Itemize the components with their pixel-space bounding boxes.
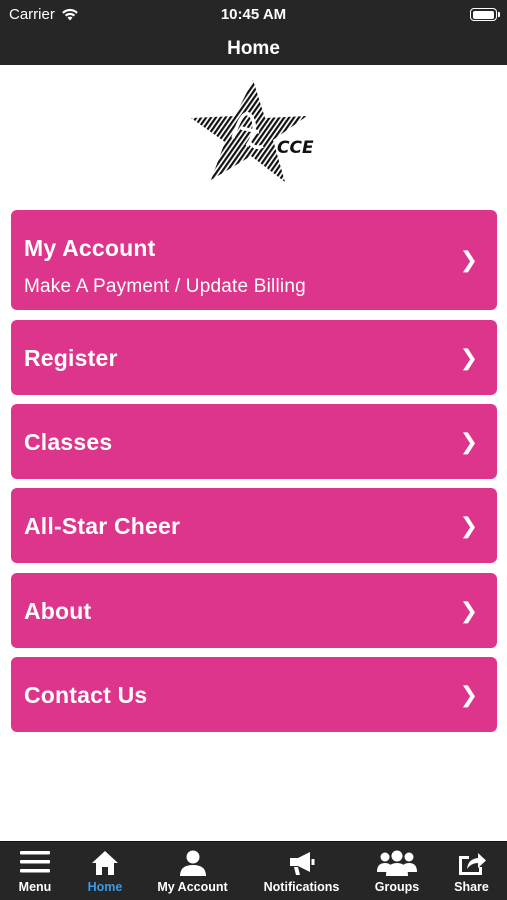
megaphone-icon	[289, 852, 314, 875]
contact-us-menu-item[interactable]: Contact Us ❯	[11, 657, 497, 732]
group-icon	[377, 850, 417, 876]
classes-menu-item[interactable]: Classes ❯	[11, 404, 497, 479]
menu-item-title: About	[24, 598, 92, 624]
tab-label: Home	[87, 880, 123, 894]
chevron-right-icon: ❯	[459, 247, 478, 272]
my-account-menu-item[interactable]: My Account Make A Payment / Update Billi…	[11, 210, 497, 310]
all-star-cheer-menu-item[interactable]: All-Star Cheer ❯	[11, 488, 497, 563]
battery-fill	[472, 10, 494, 19]
battery-icon	[470, 8, 500, 21]
person-icon	[179, 850, 206, 876]
tab-menu[interactable]: Menu	[0, 842, 70, 900]
about-menu-item[interactable]: About ❯	[11, 573, 497, 648]
tab-label: Share	[454, 880, 489, 894]
tab-bar: Menu Home My Account Notifications Group…	[0, 841, 507, 900]
chevron-right-icon: ❯	[459, 429, 478, 454]
tab-label: Groups	[374, 880, 420, 894]
status-time: 10:45 AM	[220, 6, 287, 23]
chevron-right-icon: ❯	[459, 513, 478, 538]
menu-item-title: Register	[24, 345, 118, 371]
share-icon	[458, 853, 486, 875]
tab-my-account[interactable]: My Account	[140, 842, 245, 900]
home-icon	[92, 851, 118, 875]
logo-text: CCE	[277, 138, 314, 158]
tab-label: Menu	[18, 880, 52, 894]
logo: CCE	[191, 80, 314, 182]
menu-item-title: Contact Us	[24, 682, 148, 708]
tab-label: My Account	[157, 880, 228, 894]
tab-groups[interactable]: Groups	[358, 842, 436, 900]
chevron-right-icon: ❯	[459, 345, 478, 370]
register-menu-item[interactable]: Register ❯	[11, 320, 497, 395]
status-bar: Carrier 10:45 AM	[0, 0, 507, 30]
menu-item-title: My Account	[24, 235, 156, 261]
menu-item-title: All-Star Cheer	[24, 513, 181, 539]
page-title: Home	[227, 38, 280, 59]
menu-item-subtitle: Make A Payment / Update Billing	[24, 276, 306, 297]
tab-share[interactable]: Share	[436, 842, 507, 900]
tab-label: Notifications	[263, 880, 340, 894]
menu-item-title: Classes	[24, 429, 113, 455]
tab-notifications[interactable]: Notifications	[245, 842, 358, 900]
tab-home[interactable]: Home	[70, 842, 140, 900]
chevron-right-icon: ❯	[459, 598, 478, 623]
hamburger-icon	[20, 851, 50, 873]
chevron-right-icon: ❯	[459, 682, 478, 707]
navigation-bar: Home	[0, 30, 507, 65]
